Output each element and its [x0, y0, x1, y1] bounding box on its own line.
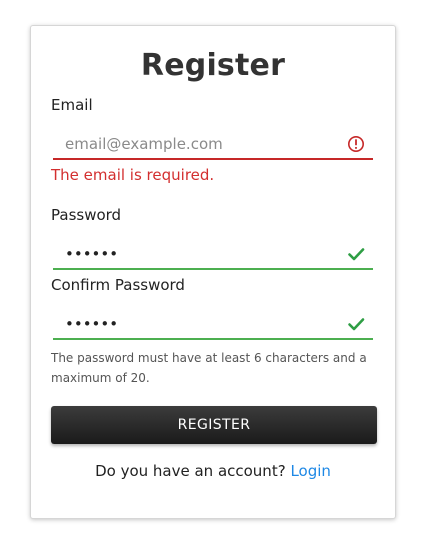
- login-link[interactable]: Login: [290, 462, 330, 480]
- register-button[interactable]: REGISTER: [51, 406, 377, 444]
- email-label: Email: [51, 96, 93, 114]
- register-card: Register Email The email is required. Pa…: [30, 25, 396, 519]
- checkmark-icon: [348, 318, 365, 331]
- error-circle-icon: [348, 136, 364, 152]
- checkmark-icon: [348, 248, 365, 261]
- confirm-password-input[interactable]: [53, 310, 353, 338]
- confirm-password-label: Confirm Password: [51, 276, 185, 294]
- email-error-message: The email is required.: [51, 166, 215, 184]
- login-prompt-text: Do you have an account?: [95, 462, 286, 480]
- password-label: Password: [51, 206, 122, 224]
- email-input[interactable]: [53, 130, 353, 158]
- login-prompt: Do you have an account? Login: [31, 462, 395, 480]
- password-input[interactable]: [53, 240, 353, 268]
- confirm-password-field-wrapper: [53, 310, 373, 340]
- page-title: Register: [140, 48, 286, 83]
- email-field-wrapper: [53, 130, 373, 160]
- password-field-wrapper: [53, 240, 373, 270]
- password-hint: The password must have at least 6 charac…: [51, 351, 367, 385]
